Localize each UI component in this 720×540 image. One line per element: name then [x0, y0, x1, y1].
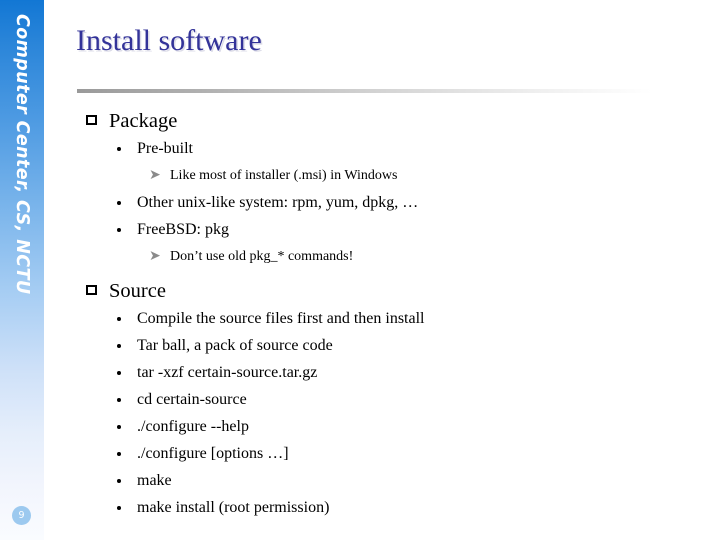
round-dot-bullet-icon: [117, 228, 121, 232]
round-dot-bullet-icon: [117, 201, 121, 205]
list-item: tar -xzf certain-source.tar.gz: [0, 359, 720, 386]
list-item-label: tar -xzf certain-source.tar.gz: [137, 363, 318, 381]
list-item: FreeBSD: pkg: [0, 216, 720, 243]
round-dot-bullet-icon: [117, 371, 121, 375]
list-item: ./configure --help: [0, 413, 720, 440]
list-item: ➤ Don’t use old pkg_* commands!: [0, 243, 720, 270]
hollow-square-bullet-icon: [86, 285, 97, 295]
list-item: make install (root permission): [0, 494, 720, 521]
section-heading-package: Package: [0, 108, 720, 135]
list-item-label: cd certain-source: [137, 390, 247, 408]
section-heading-label: Package: [109, 110, 178, 132]
list-item-label: ./configure [options …]: [137, 444, 289, 462]
list-item-label: Tar ball, a pack of source code: [137, 336, 333, 354]
round-dot-bullet-icon: [117, 479, 121, 483]
list-item: Tar ball, a pack of source code: [0, 332, 720, 359]
list-item: Other unix-like system: rpm, yum, dpkg, …: [0, 189, 720, 216]
list-item: Pre-built: [0, 135, 720, 162]
round-dot-bullet-icon: [117, 452, 121, 456]
gray-arrow-bullet-icon: ➤: [149, 167, 161, 183]
gray-arrow-bullet-icon: ➤: [149, 248, 161, 264]
round-dot-bullet-icon: [117, 147, 121, 151]
list-item-label: Like most of installer (.msi) in Windows: [170, 168, 398, 183]
hollow-square-bullet-icon: [86, 115, 97, 125]
list-item-label: Don’t use old pkg_* commands!: [170, 249, 354, 264]
title-underline-rule: [77, 89, 652, 93]
list-item-label: ./configure --help: [137, 417, 249, 435]
round-dot-bullet-icon: [117, 425, 121, 429]
round-dot-bullet-icon: [117, 398, 121, 402]
list-item: cd certain-source: [0, 386, 720, 413]
list-item-label: Pre-built: [137, 139, 193, 157]
list-item-label: make: [137, 471, 172, 489]
list-item-label: Compile the source files first and then …: [137, 309, 425, 327]
round-dot-bullet-icon: [117, 506, 121, 510]
section-heading-source: Source: [0, 278, 720, 305]
slide-root: Computer Center, CS, NCTU 9 Install soft…: [0, 0, 720, 540]
round-dot-bullet-icon: [117, 344, 121, 348]
list-item: ./configure [options …]: [0, 440, 720, 467]
section-heading-label: Source: [109, 280, 166, 302]
list-item-label: Other unix-like system: rpm, yum, dpkg, …: [137, 193, 419, 211]
slide-body: Package Pre-built ➤ Like most of install…: [0, 108, 720, 521]
list-item-label: FreeBSD: pkg: [137, 220, 229, 238]
list-item-label: make install (root permission): [137, 498, 330, 516]
page-title: Install software: [76, 24, 262, 57]
list-item: make: [0, 467, 720, 494]
list-item: Compile the source files first and then …: [0, 305, 720, 332]
list-item: ➤ Like most of installer (.msi) in Windo…: [0, 162, 720, 189]
round-dot-bullet-icon: [117, 317, 121, 321]
